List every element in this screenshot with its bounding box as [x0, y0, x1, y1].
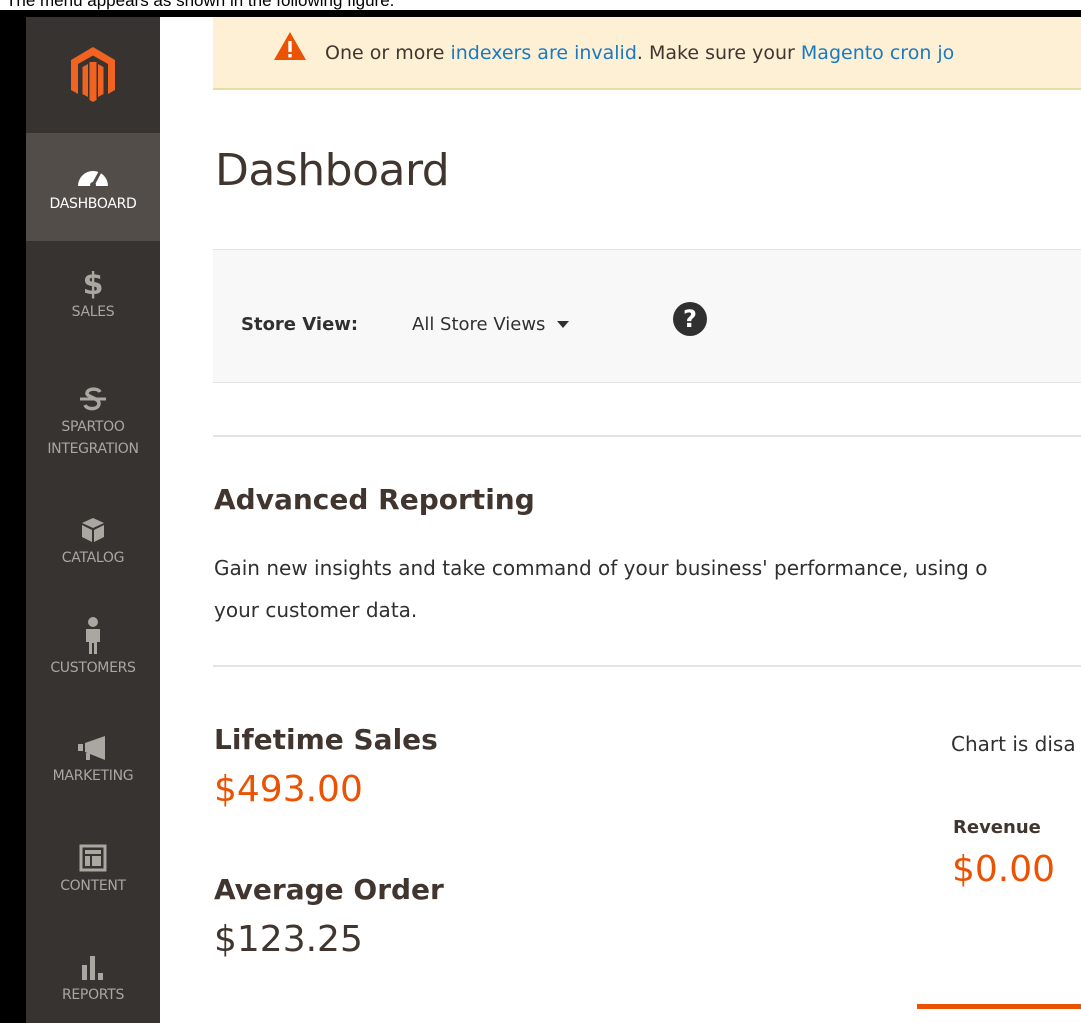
sidebar-item-label: MARKETING [52, 768, 134, 784]
sidebar-item-label: CATALOG [61, 550, 125, 566]
store-view-value: All Store Views [412, 314, 546, 335]
sidebar-item-label: CUSTOMERS [50, 660, 136, 676]
revenue-label: Revenue [953, 817, 1041, 838]
main-content: One or more indexers are invalid. Make s… [160, 17, 1081, 1023]
average-order-value: $123.25 [214, 919, 363, 960]
sidebar-item-customers[interactable]: CUSTOMERS [26, 597, 160, 697]
store-view-dropdown[interactable]: All Store Views [412, 314, 570, 335]
sidebar-item-content[interactable]: CONTENT [26, 821, 160, 917]
sidebar-item-sales[interactable]: $ SALES [26, 249, 160, 341]
cron-link[interactable]: Magento cron jo [801, 42, 954, 64]
chart-disabled-note: Chart is disa [951, 732, 1076, 756]
left-frame-strip [0, 10, 26, 1023]
admin-sidebar: DASHBOARD $ SALES SPARTOO INTEGRATION CA… [26, 17, 160, 1023]
advanced-reporting-description: Gain new insights and take command of yo… [214, 547, 1081, 631]
spartoo-icon [78, 382, 108, 416]
cube-icon [80, 513, 106, 547]
warning-icon [273, 31, 307, 66]
sidebar-item-label-line2: INTEGRATION [47, 441, 139, 457]
caret-down-icon [557, 320, 570, 328]
sidebar-item-catalog[interactable]: CATALOG [26, 493, 160, 589]
page-title: Dashboard [215, 145, 450, 196]
sidebar-item-dashboard[interactable]: DASHBOARD [26, 133, 160, 241]
top-frame-bar [0, 10, 1081, 17]
notice-prefix: One or more [325, 41, 451, 64]
revenue-value: $0.00 [952, 849, 1056, 890]
description-line-2: your customer data. [214, 598, 418, 622]
lifetime-sales-label: Lifetime Sales [214, 723, 438, 756]
sidebar-item-label: CONTENT [60, 878, 126, 894]
bar-chart-icon [79, 950, 107, 984]
person-icon [83, 615, 103, 657]
sidebar-item-label: REPORTS [61, 987, 125, 1003]
sidebar-item-reports[interactable]: REPORTS [26, 933, 160, 1023]
sidebar-item-spartoo-integration[interactable]: SPARTOO INTEGRATION [26, 365, 160, 477]
layout-icon [79, 841, 107, 875]
dollar-icon: $ [82, 266, 104, 302]
store-view-label: Store View: [241, 314, 359, 335]
help-icon[interactable]: ? [673, 302, 707, 336]
magento-logo-icon [71, 47, 115, 102]
description-line-1: Gain new insights and take command of yo… [214, 556, 988, 580]
notice-middle: . Make sure your [636, 41, 801, 64]
sidebar-item-label-line1: SPARTOO [61, 419, 125, 435]
section-divider [213, 435, 1081, 437]
tab-indicator-bar [917, 1004, 1081, 1009]
megaphone-icon [77, 731, 109, 765]
section-divider [213, 665, 1081, 667]
system-notice: One or more indexers are invalid. Make s… [213, 17, 1081, 90]
advanced-reporting-title: Advanced Reporting [214, 483, 535, 516]
average-order-label: Average Order [214, 873, 444, 906]
figure-caption: The menu appears as shown in the followi… [6, 0, 395, 10]
sidebar-item-label: DASHBOARD [49, 196, 137, 212]
notice-text: One or more indexers are invalid. Make s… [325, 42, 954, 64]
sidebar-item-label: SALES [71, 304, 115, 320]
sidebar-item-marketing[interactable]: MARKETING [26, 713, 160, 805]
store-view-switcher: Store View: All Store Views ? [213, 249, 1081, 383]
magento-logo[interactable] [26, 17, 160, 133]
dashboard-gauge-icon [76, 159, 110, 193]
indexers-link[interactable]: indexers are invalid [450, 42, 636, 64]
lifetime-sales-value: $493.00 [214, 769, 363, 810]
